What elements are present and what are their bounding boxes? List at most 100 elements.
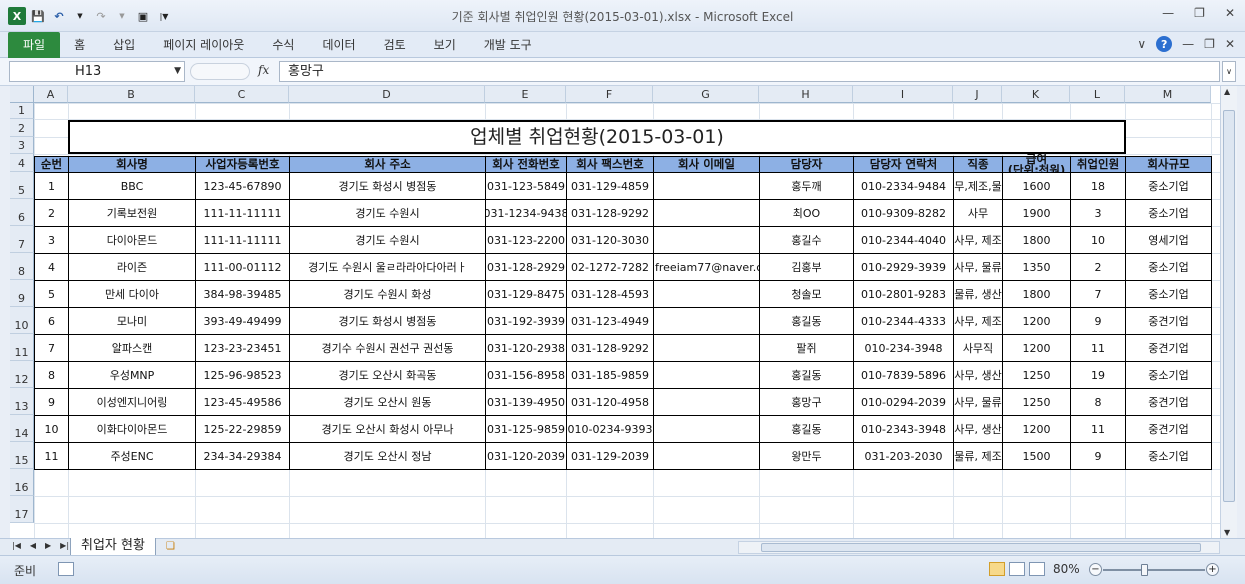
table-cell[interactable]: 031-128-9292 <box>566 199 654 227</box>
table-cell[interactable] <box>653 199 760 227</box>
row-header-2[interactable]: 2 <box>10 119 34 137</box>
table-cell[interactable]: 경기도 수원시 <box>289 199 486 227</box>
insert-function-icon[interactable]: fx <box>258 63 269 77</box>
row-header-6[interactable]: 6 <box>10 199 34 226</box>
formula-input[interactable]: 홍망구 <box>279 61 1220 82</box>
table-header-cell[interactable]: 담당자 연락처 <box>853 156 954 173</box>
row-header-10[interactable]: 10 <box>10 307 34 334</box>
scroll-up-icon[interactable]: ▲ <box>1224 87 1230 96</box>
table-cell[interactable] <box>653 442 760 470</box>
table-header-cell[interactable]: 회사 이메일 <box>653 156 760 173</box>
table-cell[interactable]: 111-11-11111 <box>195 226 290 254</box>
table-cell[interactable] <box>653 415 760 443</box>
table-cell[interactable]: 우성MNP <box>68 361 196 389</box>
table-cell[interactable]: 기록보전원 <box>68 199 196 227</box>
table-cell[interactable]: 031-120-2039 <box>485 442 567 470</box>
table-cell[interactable]: 18 <box>1070 172 1126 200</box>
table-cell[interactable]: 010-0234-9393 <box>566 415 654 443</box>
row-header-17[interactable]: 17 <box>10 496 34 523</box>
table-cell[interactable]: 모나미 <box>68 307 196 335</box>
table-cell[interactable]: 경기수 수원시 권선구 권선동 <box>289 334 486 362</box>
table-cell[interactable] <box>653 172 760 200</box>
table-cell[interactable]: 최OO <box>759 199 854 227</box>
row-header-13[interactable]: 13 <box>10 388 34 415</box>
table-cell[interactable]: 125-96-98523 <box>195 361 290 389</box>
row-header-8[interactable]: 8 <box>10 253 34 280</box>
table-cell[interactable]: 1350 <box>1002 253 1071 281</box>
table-cell[interactable]: 중소기업 <box>1125 253 1212 281</box>
row-header-5[interactable]: 5 <box>10 172 34 199</box>
table-cell[interactable]: 경기도 오산시 화성시 아무나 <box>289 415 486 443</box>
column-header-b[interactable]: B <box>68 86 195 103</box>
select-all-corner[interactable] <box>10 86 34 103</box>
table-cell[interactable]: 사무, 물류 <box>953 388 1003 416</box>
table-cell[interactable]: 031-139-4950 <box>485 388 567 416</box>
table-cell[interactable]: 청솔모 <box>759 280 854 308</box>
table-cell[interactable]: 중견기업 <box>1125 334 1212 362</box>
table-cell[interactable]: 031-125-9859 <box>485 415 567 443</box>
zoom-slider[interactable]: − + <box>1089 563 1219 577</box>
table-cell[interactable]: 중소기업 <box>1125 199 1212 227</box>
table-cell[interactable]: 010-2929-3939 <box>853 253 954 281</box>
tab-review[interactable]: 검토 <box>370 32 420 58</box>
first-sheet-icon[interactable]: |◀ <box>12 541 21 550</box>
table-cell[interactable]: BBC <box>68 172 196 200</box>
table-cell[interactable]: 사무, 제조 <box>953 226 1003 254</box>
table-cell[interactable]: 중견기업 <box>1125 415 1212 443</box>
table-cell[interactable]: 111-11-11111 <box>195 199 290 227</box>
page-layout-view-icon[interactable] <box>1009 562 1025 576</box>
table-cell[interactable]: 1900 <box>1002 199 1071 227</box>
tab-home[interactable]: 홈 <box>60 32 99 58</box>
sheet-title[interactable]: 업체별 취업현황(2015-03-01) <box>68 120 1126 154</box>
row-header-9[interactable]: 9 <box>10 280 34 307</box>
table-cell[interactable]: 사무, 물류 <box>953 253 1003 281</box>
table-cell[interactable]: 주성ENC <box>68 442 196 470</box>
sheet-tab-employment[interactable]: 취업자 현황 <box>70 538 156 556</box>
table-cell[interactable]: 9 <box>1070 442 1126 470</box>
table-header-cell[interactable]: 급여 (단위:천원) <box>1002 153 1071 175</box>
vertical-scroll-thumb[interactable] <box>1223 110 1235 502</box>
table-header-cell[interactable]: 회사 전화번호 <box>485 156 567 173</box>
table-cell[interactable]: 8 <box>1070 388 1126 416</box>
row-header-7[interactable]: 7 <box>10 226 34 253</box>
table-cell[interactable]: 중소기업 <box>1125 172 1212 200</box>
table-cell[interactable]: 사무, 생산 <box>953 361 1003 389</box>
table-cell[interactable]: 3 <box>34 226 69 254</box>
table-cell[interactable]: 031-192-3939 <box>485 307 567 335</box>
table-cell[interactable]: 11 <box>1070 415 1126 443</box>
row-header-15[interactable]: 15 <box>10 442 34 469</box>
table-cell[interactable]: 경기도 수원시 울ㄹ라라아다아러ㅏ <box>289 253 486 281</box>
column-header-i[interactable]: I <box>853 86 953 103</box>
table-cell[interactable]: 1800 <box>1002 280 1071 308</box>
table-cell[interactable]: 010-2344-4333 <box>853 307 954 335</box>
table-cell[interactable]: 사무, 생산 <box>953 415 1003 443</box>
column-header-e[interactable]: E <box>485 86 566 103</box>
table-cell[interactable] <box>653 334 760 362</box>
table-cell[interactable]: 031-185-9859 <box>566 361 654 389</box>
table-cell[interactable]: freeiam77@naver.com <box>653 253 760 281</box>
table-cell[interactable]: 9 <box>1070 307 1126 335</box>
row-header-14[interactable]: 14 <box>10 415 34 442</box>
table-cell[interactable]: 010-0294-2039 <box>853 388 954 416</box>
table-cell[interactable]: 031-120-4958 <box>566 388 654 416</box>
table-cell[interactable]: 19 <box>1070 361 1126 389</box>
doc-restore-icon[interactable]: ❐ <box>1204 37 1215 51</box>
table-cell[interactable]: 경기도 수원시 화성 <box>289 280 486 308</box>
column-header-f[interactable]: F <box>566 86 653 103</box>
table-cell[interactable]: 1200 <box>1002 334 1071 362</box>
table-cell[interactable]: 10 <box>1070 226 1126 254</box>
table-cell[interactable]: 이성엔지니어링 <box>68 388 196 416</box>
table-cell[interactable]: 1250 <box>1002 361 1071 389</box>
worksheet-grid[interactable]: A B C D E F G H I J K L M 1 2 3 4 5 6 7 8 9 10 11 12 13 14 15 16 17 업체… <box>10 86 1220 538</box>
tab-file[interactable]: 파일 <box>8 32 61 58</box>
table-cell[interactable]: 234-34-29384 <box>195 442 290 470</box>
table-cell[interactable] <box>653 226 760 254</box>
table-cell[interactable]: 만세 다이아 <box>68 280 196 308</box>
table-cell[interactable]: 경기도 화성시 병점동 <box>289 172 486 200</box>
table-cell[interactable]: 다이아몬드 <box>68 226 196 254</box>
tab-developer[interactable]: 개발 도구 <box>470 32 546 58</box>
column-header-c[interactable]: C <box>195 86 289 103</box>
table-cell[interactable] <box>653 388 760 416</box>
table-cell[interactable]: 384-98-39485 <box>195 280 290 308</box>
table-cell[interactable]: 경기도 오산시 원동 <box>289 388 486 416</box>
